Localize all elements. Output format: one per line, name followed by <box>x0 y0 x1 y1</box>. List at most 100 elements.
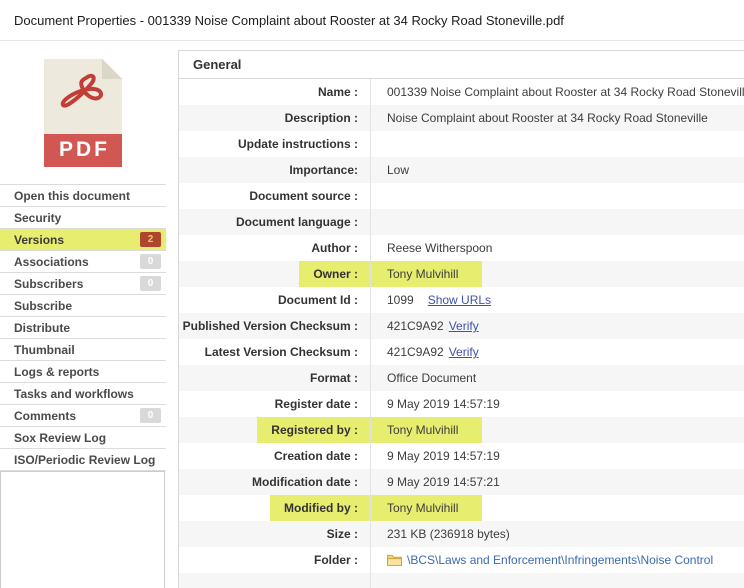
show-urls-link[interactable]: Show URLs <box>428 293 491 307</box>
sidebar-menu: Open this document Security Versions 2 A… <box>0 184 166 471</box>
sidebar-item-iso-periodic-review-log[interactable]: ISO/Periodic Review Log <box>0 449 166 471</box>
property-value: 9 May 2019 14:57:19 <box>387 449 500 463</box>
content-layout: PDF Open this document Security Versions… <box>0 41 744 588</box>
sidebar-item-label: Subscribers <box>14 277 83 291</box>
row-name: Name : 001339 Noise Complaint about Roos… <box>179 79 744 105</box>
property-label: Description : <box>285 105 370 131</box>
sidebar-item-distribute[interactable]: Distribute <box>0 317 166 339</box>
general-panel: General Name : 001339 Noise Complaint ab… <box>178 50 744 588</box>
comments-count-badge: 0 <box>140 408 161 423</box>
property-label: Document source : <box>249 183 370 209</box>
property-label: Format : <box>310 365 370 391</box>
sidebar-item-subscribe[interactable]: Subscribe <box>0 295 166 317</box>
property-label-highlighted: Registered by : <box>257 417 370 443</box>
property-value: 001339 Noise Complaint about Rooster at … <box>387 85 744 99</box>
row-published-version-checksum: Published Version Checksum : 421C9A92 Ve… <box>179 313 744 339</box>
sidebar-item-associations[interactable]: Associations 0 <box>0 251 166 273</box>
property-label: Size : <box>327 521 370 547</box>
property-label: Name : <box>318 79 370 105</box>
property-value-highlighted: Tony Mulvihill <box>371 417 482 443</box>
sidebar-item-label: Security <box>14 211 61 225</box>
sidebar-item-security[interactable]: Security <box>0 207 166 229</box>
row-folder: Folder : \BCS\Laws and Enforcement\Infri… <box>179 547 744 573</box>
property-value-highlighted: Tony Mulvihill <box>371 261 482 287</box>
sidebar-item-tasks-workflows[interactable]: Tasks and workflows <box>0 383 166 405</box>
pdf-label: PDF <box>44 134 122 167</box>
property-rows: Name : 001339 Noise Complaint about Roos… <box>179 79 744 588</box>
property-label: Modification date : <box>252 469 370 495</box>
sidebar-item-label: Versions <box>14 233 64 247</box>
row-format: Format : Office Document <box>179 365 744 391</box>
row-register-date: Register date : 9 May 2019 14:57:19 <box>179 391 744 417</box>
property-label: Published Version Checksum : <box>183 313 370 339</box>
property-value: 1099 <box>387 293 414 307</box>
property-label: Latest Version Checksum : <box>205 339 370 365</box>
sidebar-item-label: Open this document <box>14 189 130 203</box>
property-value: 9 May 2019 14:57:19 <box>387 397 500 411</box>
sidebar-item-open-this-document[interactable]: Open this document <box>0 185 166 207</box>
sidebar-item-comments[interactable]: Comments 0 <box>0 405 166 427</box>
subscribers-count-badge: 0 <box>140 276 161 291</box>
sidebar-item-label: Subscribe <box>14 299 72 313</box>
window-title: Document Properties - 001339 Noise Compl… <box>14 13 564 28</box>
row-modification-date: Modification date : 9 May 2019 14:57:21 <box>179 469 744 495</box>
row-description: Description : Noise Complaint about Roos… <box>179 105 744 131</box>
property-value: Reese Witherspoon <box>387 241 492 255</box>
property-value: 9 May 2019 14:57:21 <box>387 475 500 489</box>
property-label: Creation date : <box>274 443 370 469</box>
verify-published-link[interactable]: Verify <box>449 319 479 333</box>
sidebar-item-label: Comments <box>14 409 76 423</box>
row-size: Size : 231 KB (236918 bytes) <box>179 521 744 547</box>
row-importance: Importance: Low <box>179 157 744 183</box>
sidebar-item-label: Thumbnail <box>14 343 75 357</box>
property-label-highlighted: Owner : <box>299 261 370 287</box>
property-value: 421C9A92 <box>387 319 444 333</box>
sidebar-item-thumbnail[interactable]: Thumbnail <box>0 339 166 361</box>
property-value: 231 KB (236918 bytes) <box>387 527 510 541</box>
sidebar-item-label: Logs & reports <box>14 365 99 379</box>
property-label: Update instructions : <box>238 131 370 157</box>
property-label: Folder : <box>314 547 370 573</box>
sidebar-item-label: Sox Review Log <box>14 431 106 445</box>
sidebar-item-sox-review-log[interactable]: Sox Review Log <box>0 427 166 449</box>
sidebar-item-label: Associations <box>14 255 89 269</box>
property-value: Low <box>387 163 409 177</box>
row-registered-by: Registered by : Tony Mulvihill <box>179 417 744 443</box>
sidebar-item-label: Distribute <box>14 321 70 335</box>
property-label: Author : <box>311 235 370 261</box>
row-latest-version-checksum: Latest Version Checksum : 421C9A92 Verif… <box>179 339 744 365</box>
sidebar-empty-panel <box>0 471 165 588</box>
verify-latest-link[interactable]: Verify <box>449 345 479 359</box>
row-document-id: Document Id : 1099 Show URLs <box>179 287 744 313</box>
row-owner: Owner : Tony Mulvihill <box>179 261 744 287</box>
pdf-file-icon: PDF <box>44 59 122 167</box>
property-value: 421C9A92 <box>387 345 444 359</box>
document-properties-window: Document Properties - 001339 Noise Compl… <box>0 0 744 588</box>
property-label: Importance: <box>289 157 370 183</box>
row-author: Author : Reese Witherspoon <box>179 235 744 261</box>
property-label: Document Id : <box>278 287 370 313</box>
sidebar-item-subscribers[interactable]: Subscribers 0 <box>0 273 166 295</box>
window-titlebar: Document Properties - 001339 Noise Compl… <box>0 0 744 41</box>
row-creation-date: Creation date : 9 May 2019 14:57:19 <box>179 443 744 469</box>
property-label: Register date : <box>275 391 370 417</box>
sidebar-item-label: ISO/Periodic Review Log <box>14 453 155 467</box>
sidebar-item-versions[interactable]: Versions 2 <box>0 229 166 251</box>
property-value-highlighted: Tony Mulvihill <box>371 495 482 521</box>
property-value: Noise Complaint about Rooster at 34 Rock… <box>387 111 708 125</box>
row-empty-filler <box>179 573 744 588</box>
property-label: Document language : <box>236 209 370 235</box>
sidebar-item-label: Tasks and workflows <box>14 387 134 401</box>
row-update-instructions: Update instructions : <box>179 131 744 157</box>
property-value: Office Document <box>387 371 476 385</box>
acrobat-glyph-icon <box>60 73 106 117</box>
section-title: General <box>179 51 744 79</box>
sidebar: PDF Open this document Security Versions… <box>0 41 166 588</box>
associations-count-badge: 0 <box>140 254 161 269</box>
sidebar-item-logs-reports[interactable]: Logs & reports <box>0 361 166 383</box>
row-modified-by: Modified by : Tony Mulvihill <box>179 495 744 521</box>
versions-count-badge: 2 <box>140 232 161 247</box>
folder-icon <box>387 554 402 566</box>
row-document-language: Document language : <box>179 209 744 235</box>
folder-path-link[interactable]: \BCS\Laws and Enforcement\Infringements\… <box>407 553 713 567</box>
